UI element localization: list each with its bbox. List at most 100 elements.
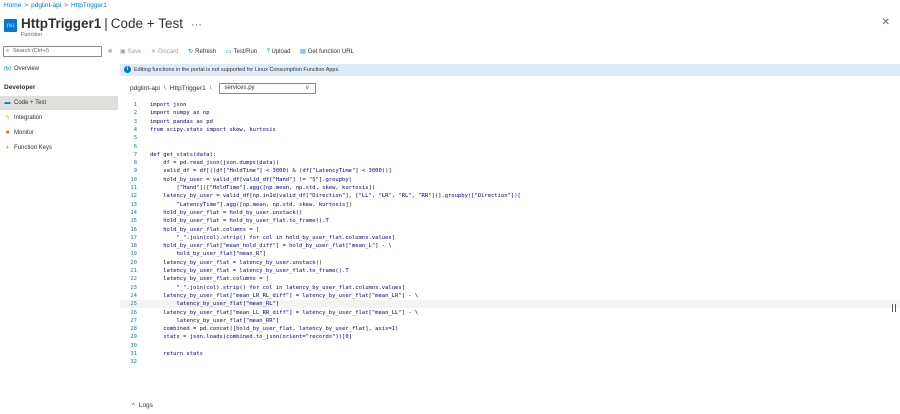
code-line[interactable]: 18 hold_by_user_flat["mean_hold_diff"] =…	[120, 242, 900, 250]
line-number: 4	[133, 126, 137, 133]
test-run-button[interactable]: ▭ Test/Run	[226, 46, 257, 58]
refresh-label: Refresh	[195, 49, 217, 55]
discard-button[interactable]: ✕ Discard	[151, 46, 178, 58]
code-text: hold_by_user = valid_df[valid_df["Hand"]…	[150, 176, 352, 183]
code-text: "_".join(col).strip() for col in latency…	[150, 284, 405, 291]
collapse-sidebar-icon[interactable]: «	[108, 46, 112, 56]
path-separator: \	[209, 85, 212, 92]
refresh-icon: ↻	[188, 49, 194, 55]
code-text: import numpy as np	[150, 110, 210, 117]
sidebar-item-integration[interactable]: ϟ Integration	[0, 111, 118, 125]
refresh-button[interactable]: ↻ Refresh	[188, 46, 216, 58]
line-number: 27	[130, 317, 137, 324]
banner-text: Editing functions in the portal is not s…	[134, 67, 340, 73]
code-line[interactable]: 22 latency_by_user_flat.columns = [	[120, 275, 900, 283]
link-icon: ▤	[300, 49, 306, 55]
breadcrumb-separator: >	[24, 2, 29, 9]
search-input[interactable]: ⌕ Search (Ctrl+/)	[3, 46, 102, 57]
code-line[interactable]: 29 stats = json.loads(combined.to_json(o…	[120, 333, 900, 341]
code-line[interactable]: 10 hold_by_user = valid_df[valid_df["Han…	[120, 176, 900, 184]
code-line[interactable]: 8 df = pd.read_json(json.dumps(data))	[120, 159, 900, 167]
info-icon: i	[124, 66, 131, 73]
code-line[interactable]: 16 hold_by_user_flat.columns = [	[120, 226, 900, 234]
code-line[interactable]: 13 "LatencyTime"].agg([np.mean, np.std, …	[120, 201, 900, 209]
line-number: 6	[133, 143, 137, 150]
breadcrumb-function[interactable]: HttpTrigger1	[71, 2, 107, 9]
code-line[interactable]: 32	[120, 358, 900, 366]
path-separator: \	[164, 85, 166, 92]
code-text: hold_by_user_flat["mean_hold_diff"] = ho…	[150, 243, 392, 250]
code-line[interactable]: 15 hold_by_user_flat = hold_by_user_flat…	[120, 217, 900, 225]
sidebar-item-code-test[interactable]: ▬ Code + Test	[0, 96, 118, 110]
chevron-down-icon: ∨	[305, 84, 310, 91]
code-line[interactable]: 30	[120, 342, 900, 350]
code-line[interactable]: 28 combined = pd.concat([hold_by_user_fl…	[120, 325, 900, 333]
more-options-icon[interactable]: ···	[191, 19, 202, 31]
code-icon: ▬	[4, 100, 11, 106]
code-line[interactable]: 31 return stats	[120, 350, 900, 358]
sidebar-item-label: Monitor	[14, 130, 35, 136]
get-function-url-label: Get function URL	[307, 49, 354, 55]
logs-toggle[interactable]: ^ Logs	[132, 402, 153, 409]
line-number: 21	[130, 268, 137, 274]
search-placeholder: Search (Ctrl+/)	[13, 48, 49, 54]
code-line[interactable]: 6	[120, 143, 900, 151]
code-line[interactable]: 26 latency_by_user_flat["mean_LL_RR_diff…	[120, 309, 900, 317]
code-text: import json	[150, 102, 187, 108]
code-line[interactable]: 25 latency_by_user_flat["mean_RL"]	[120, 300, 900, 309]
line-number: 17	[130, 234, 137, 241]
line-number: 20	[130, 259, 137, 266]
breadcrumb-home[interactable]: Home	[4, 2, 21, 9]
code-line[interactable]: 2 import numpy as np	[120, 109, 900, 117]
sidebar-item-label: Overview	[14, 66, 40, 72]
sidebar-item-function-keys[interactable]: ♦ Function Keys	[0, 141, 118, 155]
code-line[interactable]: 17 "_".join(col).strip() for col in hold…	[120, 234, 900, 242]
chevron-up-icon: ^	[132, 403, 135, 409]
code-line[interactable]: 27 latency_by_user_flat["mean_RR"]	[120, 317, 900, 325]
line-number: 1	[133, 102, 137, 108]
code-line[interactable]: 23 "_".join(col).strip() for col in late…	[120, 284, 900, 292]
line-number: 29	[130, 334, 137, 341]
text-cursor-icon	[892, 304, 896, 312]
save-button[interactable]: ▣ Save	[120, 46, 141, 58]
code-line[interactable]: 14 hold_by_user_flat = hold_by_user.unst…	[120, 209, 900, 217]
toolbar: ▣ Save ✕ Discard ↻ Refresh ▭ Test/Run ⤒ Uploa…	[120, 46, 362, 58]
code-line[interactable]: 21 latency_by_user_flat = latency_by_use…	[120, 267, 900, 275]
code-line[interactable]: 3 import pandas as pd	[120, 118, 900, 126]
page-title: HttpTrigger1 | Code + Test ···	[21, 16, 202, 31]
code-text: latency_by_user_flat = latency_by_user_f…	[150, 268, 349, 274]
breadcrumb-app[interactable]: pdglint-api	[31, 2, 61, 9]
code-line[interactable]: 11 ["Hand"])["HoldTime"].agg([np.mean, n…	[120, 184, 900, 192]
code-text: return stats	[150, 351, 203, 357]
sidebar: ⌕ Search (Ctrl+/) « {fx} Overview Develope…	[0, 42, 118, 414]
search-icon: ⌕	[6, 48, 10, 54]
code-line[interactable]: 20 latency_by_user_flat = latency_by_use…	[120, 259, 900, 267]
code-text: hold_by_user_flat = hold_by_user_flat.to…	[150, 218, 329, 225]
code-editor[interactable]: 1 import json 2 import numpy as np 3 import p…	[120, 101, 900, 395]
get-function-url-button[interactable]: ▤ Get function URL	[300, 46, 354, 58]
upload-button[interactable]: ⤒ Upload	[267, 46, 291, 58]
code-text: latency_by_user_flat["mean_RR"]	[150, 317, 280, 324]
code-line[interactable]: 19 hold_by_user_flat["mean_R"]	[120, 250, 900, 258]
code-text: import pandas as pd	[150, 118, 213, 125]
code-text: hold_by_user_flat["mean_R"]	[150, 251, 266, 258]
sidebar-item-label: Integration	[14, 115, 43, 121]
code-line[interactable]: 5	[120, 134, 900, 142]
code-line[interactable]: 9 valid_df = df[((df["HoldTime"] < 3000)…	[120, 167, 900, 175]
line-number: 5	[133, 135, 137, 142]
code-line[interactable]: 4 from scipy.stats import skew, kurtosis	[120, 126, 900, 134]
line-number: 8	[133, 160, 137, 167]
line-number: 11	[130, 185, 137, 191]
main-content: ▣ Save ✕ Discard ↻ Refresh ▭ Test/Run ⤒ Uploa…	[120, 42, 900, 414]
code-line[interactable]: 7 def get_stats(data):	[120, 151, 900, 159]
close-icon[interactable]: ✕	[882, 17, 890, 28]
file-select[interactable]: services.py ∨	[218, 82, 316, 94]
sidebar-item-overview[interactable]: {fx} Overview	[0, 62, 118, 76]
code-text: latency_by_user_flat.columns = [	[150, 276, 270, 283]
code-line[interactable]: 24 latency_by_user_flat["mean_LR_RL_diff…	[120, 292, 900, 300]
breadcrumb-separator: >	[64, 2, 68, 9]
code-line[interactable]: 12 latency_by_user = valid_df[np.in1d(va…	[120, 192, 900, 200]
line-number: 9	[133, 168, 137, 175]
code-line[interactable]: 1 import json	[120, 101, 900, 109]
sidebar-item-monitor[interactable]: ■ Monitor	[0, 126, 118, 140]
